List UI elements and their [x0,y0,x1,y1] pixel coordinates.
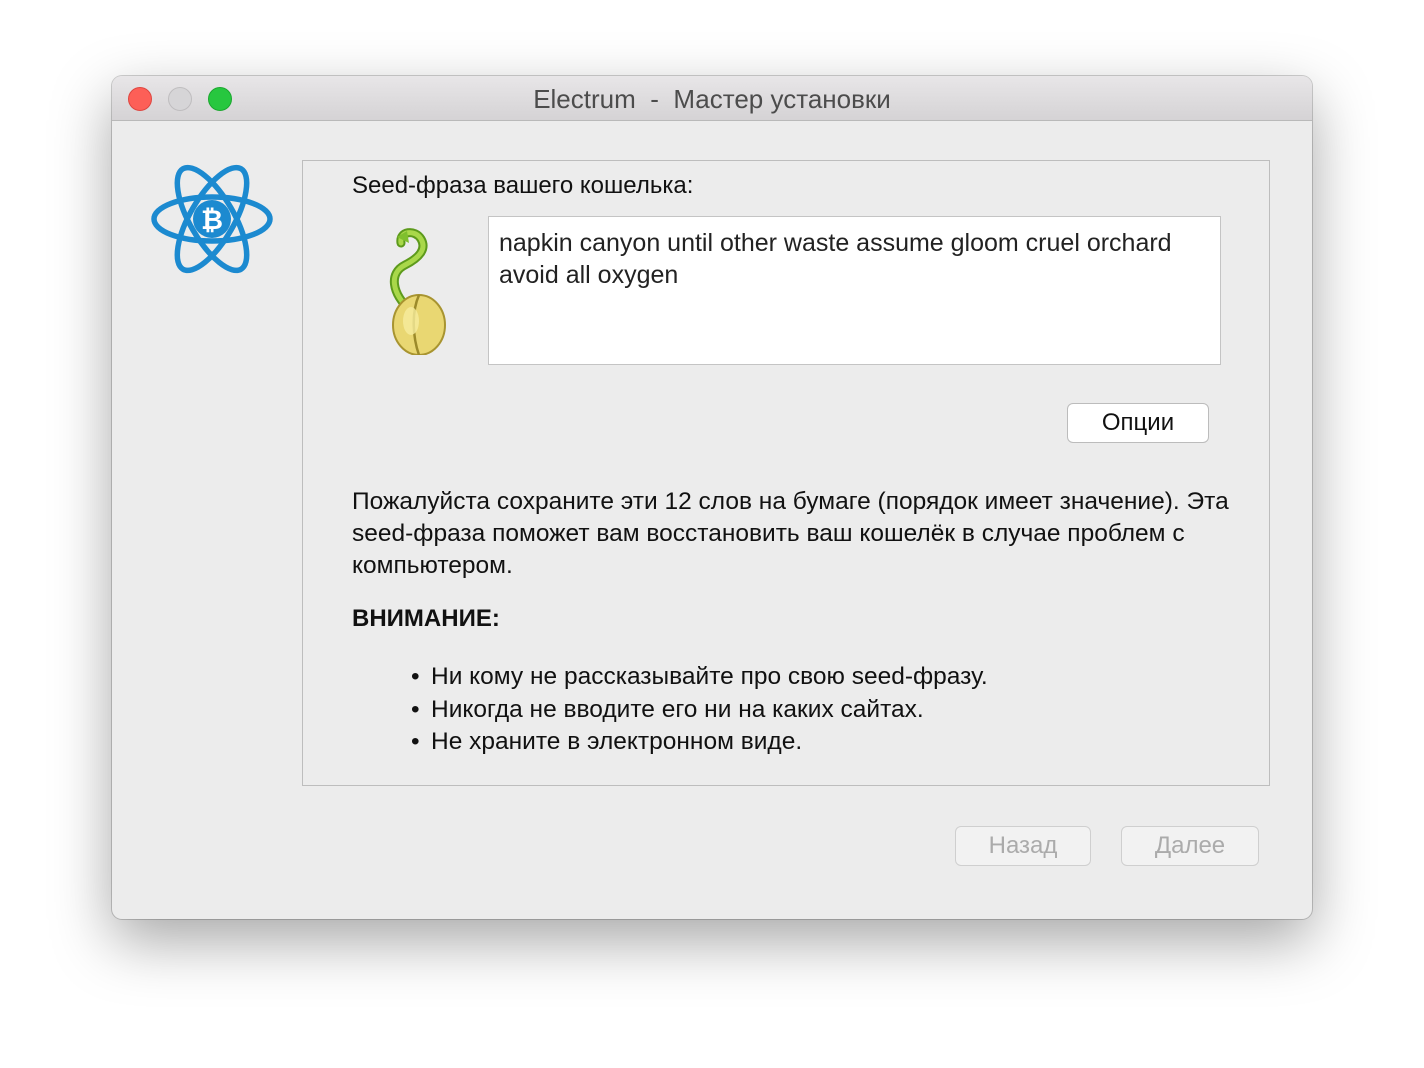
warning-item-text: Не храните в электронном виде. [431,728,803,755]
back-button[interactable]: Назад [955,826,1091,866]
warning-item-text: Ни кому не рассказывайте про свою seed-ф… [431,663,988,690]
window-title: Electrum - Мастер установки [533,84,891,114]
seed-phrase-field[interactable]: napkin canyon until other waste assume g… [488,216,1221,365]
list-item: • Ни кому не рассказывайте про свою seed-… [411,661,988,694]
bullet-icon: • [411,695,420,723]
next-button[interactable]: Далее [1121,826,1259,866]
warning-title: ВНИМАНИЕ: [352,605,500,632]
seed-panel: Seed-фраза вашего кошелька: napkin canyo… [302,160,1270,786]
title-bar[interactable]: Electrum - Мастер установки [112,76,1312,121]
bullet-icon: • [411,663,420,690]
instructions-text: Пожалуйста сохраните эти 12 слов на бума… [352,488,1229,579]
electrum-logo-icon: ₿ [151,164,273,274]
setup-wizard-window: Electrum - Мастер установки ₿ Seed-фраза… [112,76,1312,919]
list-item: • Никогда не вводите его ни на каких сайт… [411,694,988,727]
bullet-icon: • [411,728,420,755]
list-item: • Не храните в электронном виде. [411,726,988,759]
svg-text:₿: ₿ [201,205,223,236]
warning-item-text: Никогда не вводите его ни на каких сайта… [431,695,924,723]
options-button[interactable]: Опции [1067,403,1209,443]
seed-label: Seed-фраза вашего кошелька: [352,172,694,199]
seed-sprout-icon [389,228,446,355]
warning-list: • Ни кому не рассказывайте про свою seed-… [411,661,988,759]
